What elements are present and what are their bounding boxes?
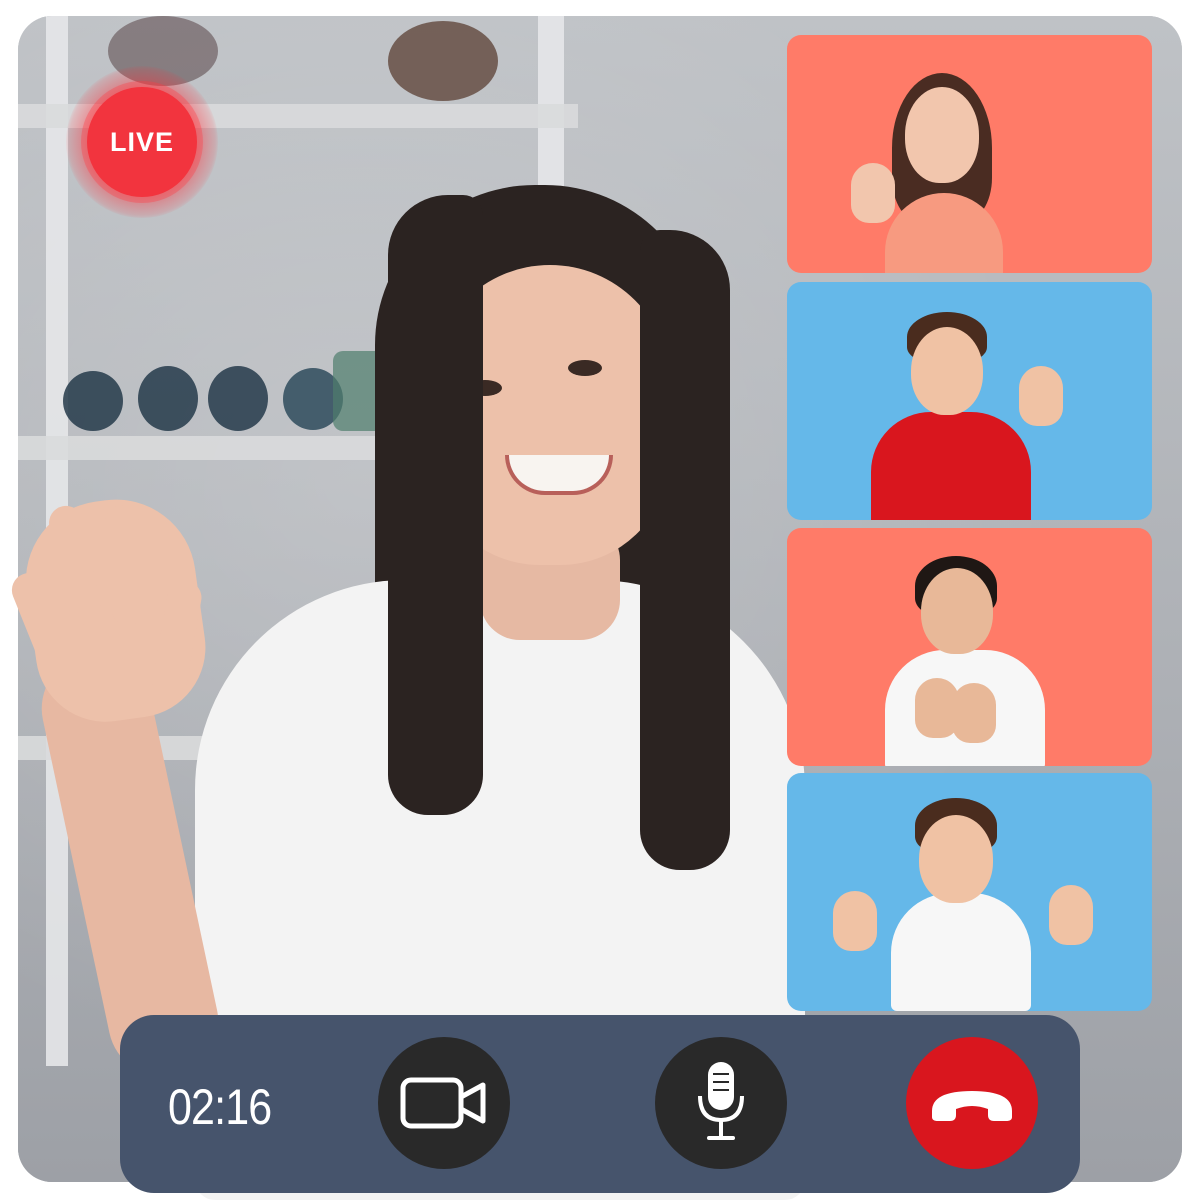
shelf-decor [63, 371, 123, 431]
participant-tile[interactable] [787, 282, 1152, 520]
microphone-icon [698, 1062, 744, 1140]
phone-hangup-icon [932, 1091, 1012, 1121]
participant-waving-hand [1019, 366, 1063, 426]
shelf-decor [138, 366, 198, 431]
participant-face [921, 568, 993, 654]
presenter-hair [388, 195, 483, 815]
participant-waving-hand [1049, 885, 1093, 945]
end-call-button[interactable] [906, 1037, 1038, 1169]
live-badge: LIVE [87, 87, 197, 197]
presenter-hair [640, 230, 730, 870]
participant-shirt [871, 412, 1031, 520]
participant-waving-hand [851, 163, 895, 223]
participant-face [911, 327, 983, 415]
participant-waving-hand [833, 891, 877, 951]
shelf-decor [208, 366, 268, 431]
microphone-toggle-button[interactable] [655, 1037, 787, 1169]
call-timer: 02:16 [168, 1079, 272, 1135]
participant-tile[interactable] [787, 35, 1152, 273]
participant-shirt [891, 893, 1031, 1011]
video-camera-icon [400, 1077, 486, 1129]
participant-thumbs-up [952, 683, 996, 743]
participant-face [919, 815, 993, 903]
participant-tile[interactable] [787, 773, 1152, 1011]
participant-face [905, 87, 979, 183]
presenter-eye [568, 360, 602, 376]
video-toggle-button[interactable] [378, 1037, 510, 1169]
participant-tile[interactable] [787, 528, 1152, 766]
shelf-decor [388, 21, 498, 101]
